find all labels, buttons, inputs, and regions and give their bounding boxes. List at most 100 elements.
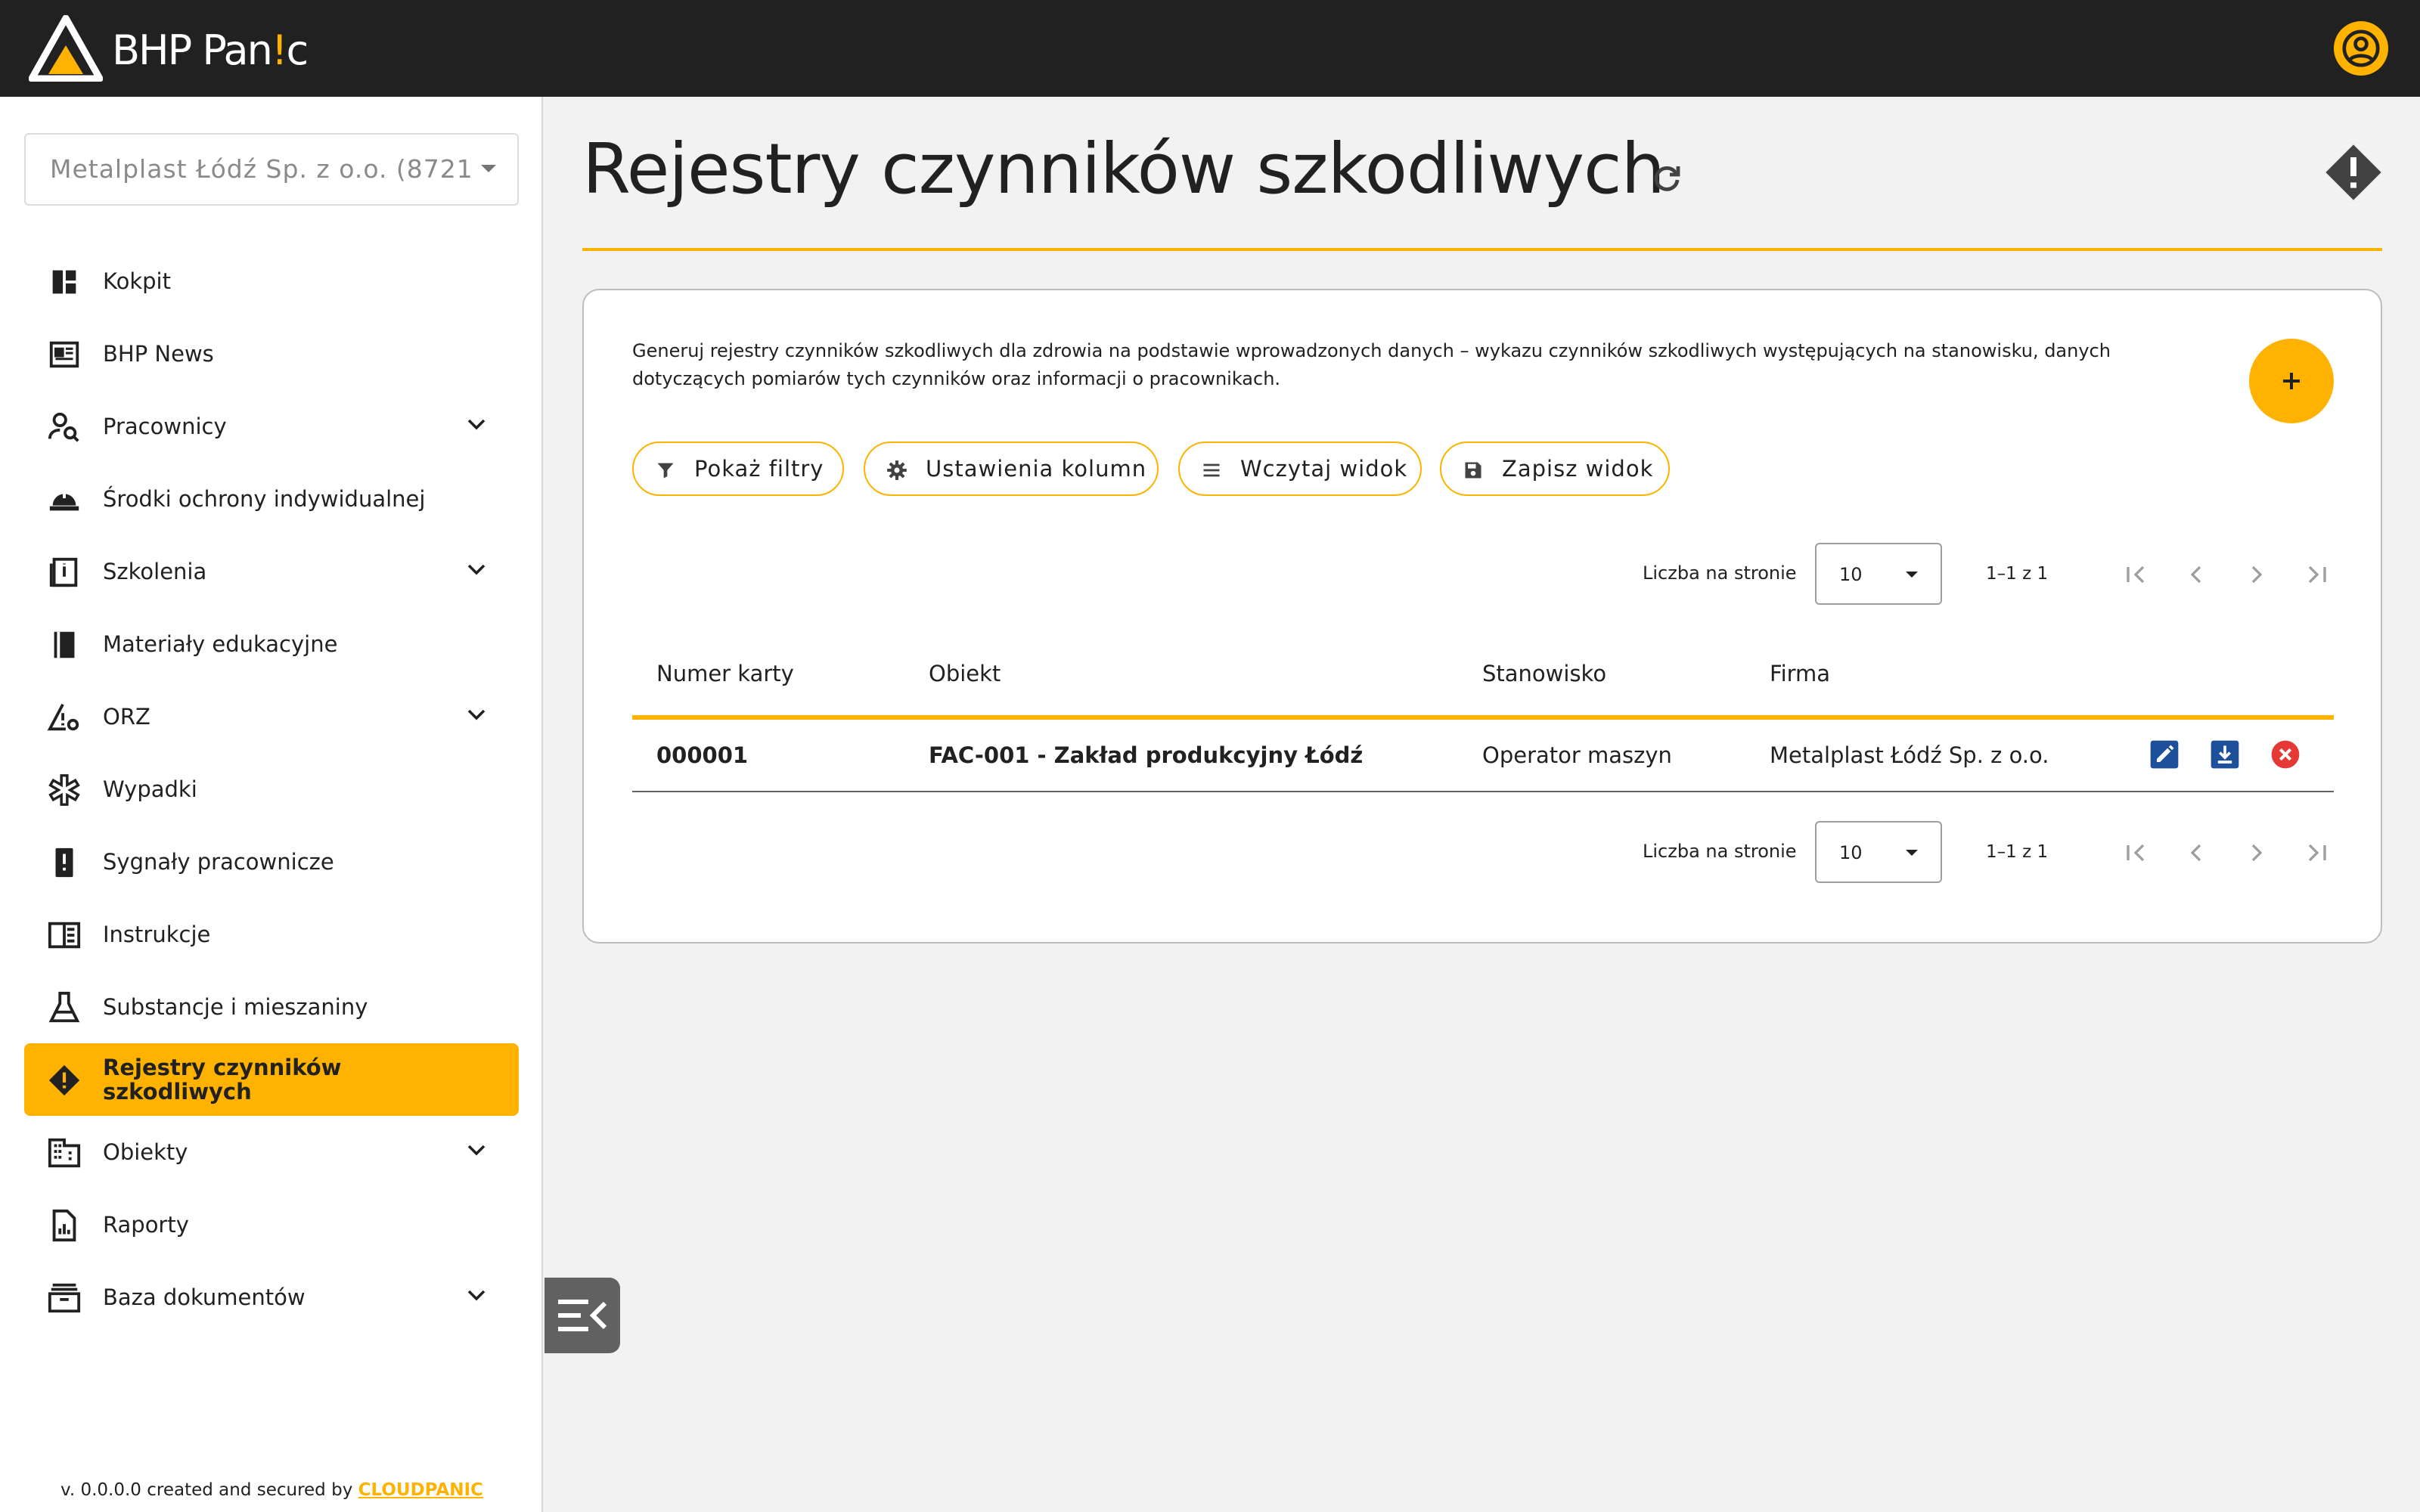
sidebar-item-instrukcje[interactable]: Instrukcje [24, 898, 519, 971]
per-page-select[interactable]: 10 [1815, 821, 1942, 883]
last-page-icon[interactable] [2302, 559, 2332, 590]
per-page-label: Liczba na stronie [1643, 841, 1797, 862]
chevron-down-icon[interactable] [466, 417, 487, 432]
registry-card: Generuj rejestry czynników szkodliwych d… [582, 289, 2382, 943]
sidebar-item-bhp-news[interactable]: BHP News [24, 318, 519, 390]
warning-diamond-icon [48, 1064, 80, 1096]
sidebar-item-label: Pracownicy [103, 414, 227, 439]
sidebar-item-label: Instrukcje [103, 922, 211, 947]
save-view-button[interactable]: Zapisz widok [1440, 442, 1670, 496]
flask-icon [48, 991, 80, 1023]
cell-object: FAC-001 - Zakład produkcyjny Łódź [929, 742, 1364, 768]
sidebar-item-orz[interactable]: ORZ [24, 680, 519, 753]
show-filters-button[interactable]: Pokaż filtry [632, 442, 844, 496]
column-header-card-no[interactable]: Numer karty [656, 661, 794, 686]
sidebar-item-pracownicy[interactable]: Pracownicy [24, 390, 519, 463]
app-name: BHP Pan!c [112, 26, 309, 74]
column-header-position[interactable]: Stanowisko [1482, 661, 1606, 686]
sidebar-item-label: Sygnały pracownicze [103, 849, 334, 875]
column-header-company[interactable]: Firma [1770, 661, 1830, 686]
next-page-icon[interactable] [2242, 559, 2272, 590]
title-divider [582, 248, 2382, 251]
sidebar-item-label: Środki ochrony indywidualnej [103, 486, 426, 512]
cell-position: Operator maszyn [1482, 742, 1672, 768]
sidebar-item-label: Obiekty [103, 1139, 188, 1165]
sidebar-item-obiekty[interactable]: Obiekty [24, 1116, 519, 1188]
chevron-down-icon[interactable] [466, 1143, 487, 1158]
sidebar-item-label: Substancje i mieszaniny [103, 994, 368, 1020]
medical-star-icon [48, 774, 80, 806]
user-account-button[interactable] [2334, 21, 2388, 76]
chevron-down-icon[interactable] [466, 708, 487, 723]
sidebar-item-szkolenia[interactable]: Szkolenia [24, 535, 519, 608]
card-description: Generuj rejestry czynników szkodliwych d… [632, 340, 2111, 389]
per-page-value: 10 [1839, 564, 1863, 585]
paginator-bottom: Liczba na stronie 10 1–1 z 1 [1643, 821, 2369, 883]
sidebar: Metalplast Łódź Sp. z o.o. (8721... Kokp… [0, 97, 543, 1512]
hard-hat-icon [49, 489, 79, 511]
per-page-value: 10 [1839, 842, 1863, 863]
download-icon[interactable] [2210, 739, 2240, 770]
sidebar-item-label: Materiały edukacyjne [103, 631, 338, 657]
gear-icon [887, 460, 907, 480]
chevron-down-icon[interactable] [466, 1288, 487, 1303]
chevron-down-icon [1906, 850, 1918, 856]
sidebar-item-wypadki[interactable]: Wypadki [24, 753, 519, 826]
save-view-label: Zapisz widok [1502, 456, 1654, 482]
dashboard-icon [52, 270, 76, 294]
list-icon [1203, 463, 1220, 477]
filter-icon [657, 463, 674, 479]
sidebar-item-label: Wypadki [103, 776, 197, 802]
company-select[interactable]: Metalplast Łódź Sp. z o.o. (8721... [24, 133, 519, 206]
edit-icon[interactable] [2149, 739, 2180, 770]
per-page-select[interactable]: 10 [1815, 543, 1942, 605]
sidebar-item-materialy[interactable]: Materiały edukacyjne [24, 608, 519, 680]
table-row[interactable]: 000001 FAC-001 - Zakład produkcyjny Łódź… [632, 720, 2334, 792]
page-range: 1–1 z 1 [1986, 842, 2049, 862]
delete-icon[interactable] [2270, 739, 2301, 770]
menu-collapse-icon [558, 1300, 607, 1331]
building-icon [48, 1138, 81, 1168]
sidebar-item-raporty[interactable]: Raporty [24, 1188, 519, 1261]
app-logo[interactable]: BHP Pan!c [29, 15, 309, 82]
sidebar-item-srodki-ochrony[interactable]: Środki ochrony indywidualnej [24, 463, 519, 535]
sidebar-item-label: ORZ [103, 704, 150, 730]
sidebar-item-substancje[interactable]: Substancje i mieszaniny [24, 971, 519, 1043]
first-page-icon[interactable] [2121, 559, 2151, 590]
report-icon [52, 1209, 76, 1242]
cloudpanic-link[interactable]: CLOUDPANIC [358, 1480, 483, 1500]
chevron-down-icon [481, 165, 496, 172]
page-title: Rejestry czynników szkodliwych [582, 129, 1665, 209]
prev-page-icon[interactable] [2181, 838, 2211, 868]
person-search-icon [48, 412, 79, 442]
add-registry-button[interactable] [2249, 339, 2334, 423]
next-page-icon[interactable] [2242, 838, 2272, 868]
warning-diamond-icon [2325, 144, 2381, 200]
sidebar-item-label: Rejestry czynników szkodliwych [103, 1055, 342, 1105]
instructions-icon [48, 922, 81, 949]
column-settings-button[interactable]: Ustawienia kolumn [864, 442, 1159, 496]
sidebar-item-baza-dokumentow[interactable]: Baza dokumentów [24, 1261, 519, 1334]
load-view-button[interactable]: Wczytaj widok [1178, 442, 1422, 496]
cell-company: Metalplast Łódź Sp. z o.o. [1770, 742, 2049, 768]
first-page-icon[interactable] [2121, 838, 2151, 868]
sidebar-item-label: Kokpit [103, 268, 171, 294]
signal-report-icon [55, 847, 73, 878]
last-page-icon[interactable] [2302, 838, 2332, 868]
column-settings-label: Ustawienia kolumn [926, 456, 1147, 482]
company-select-value: Metalplast Łódź Sp. z o.o. (8721... [50, 154, 473, 184]
newspaper-icon [49, 341, 79, 368]
sidebar-item-kokpit[interactable]: Kokpit [24, 245, 519, 318]
column-header-object[interactable]: Obiekt [929, 661, 1001, 686]
risk-warning-icon [47, 703, 79, 731]
refresh-icon[interactable] [1649, 160, 1685, 197]
prev-page-icon[interactable] [2181, 559, 2211, 590]
save-icon [1465, 462, 1481, 479]
chevron-down-icon[interactable] [466, 562, 487, 578]
collapse-sidebar-button[interactable] [544, 1278, 620, 1353]
sidebar-item-label: Baza dokumentów [103, 1284, 306, 1310]
top-bar: BHP Pan!c [0, 0, 2420, 97]
sidebar-item-rejestry[interactable]: Rejestry czynników szkodliwych [24, 1043, 519, 1116]
sidebar-item-sygnaly[interactable]: Sygnały pracownicze [24, 826, 519, 898]
per-page-label: Liczba na stronie [1643, 562, 1797, 584]
